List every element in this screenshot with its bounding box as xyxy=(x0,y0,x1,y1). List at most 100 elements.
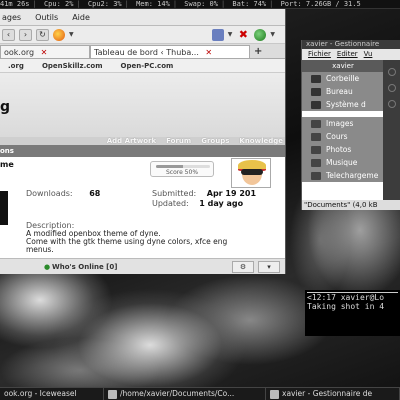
scroll-icon xyxy=(387,100,396,108)
site-status-bar: ● Who's Online [0] ⚙ ▾ xyxy=(0,258,285,274)
folder-icon xyxy=(311,158,321,167)
back-icon[interactable]: ‹ xyxy=(2,28,15,41)
folder-images[interactable]: Images xyxy=(302,117,384,130)
nav-knowledge[interactable]: Knowledge xyxy=(239,137,283,145)
description-text: A modified openbox theme of dyne. Come w… xyxy=(26,230,284,254)
reload-icon[interactable]: ↻ xyxy=(36,28,49,41)
folder-icon xyxy=(108,389,117,399)
site-nav: Add Artwork Forum Groups Knowledge xyxy=(0,137,285,145)
gear-icon[interactable]: ⚙ xyxy=(232,260,254,273)
place-label: Système d xyxy=(326,100,366,109)
submitted-label: Submitted: xyxy=(152,189,197,198)
new-tab-button[interactable]: + xyxy=(254,46,262,57)
downloads-row: Downloads: 68 xyxy=(26,189,100,198)
terminal-prompt: <12:17 xavier@Lo xyxy=(307,292,398,302)
fm-statusbar: "Documents" (4,0 kB xyxy=(302,200,400,210)
bookmark-link[interactable]: OpenSkillz.com xyxy=(42,62,103,70)
users-icon: ● xyxy=(44,262,51,271)
terminal-output: Taking shot in 4 xyxy=(307,302,385,311)
folder-downloads[interactable]: Telechargeme xyxy=(302,169,384,182)
folder-label: Cours xyxy=(326,132,348,141)
close-icon[interactable]: ✕ xyxy=(41,48,48,57)
fm-scrollbar[interactable] xyxy=(383,60,400,200)
task-label: /home/xavier/Documents/Co... xyxy=(120,389,235,398)
browser-menubar: ages Outils Aide xyxy=(0,9,285,26)
site-logo[interactable]: g xyxy=(0,99,10,115)
score-label: Score 50% xyxy=(165,169,199,176)
forward-icon[interactable]: › xyxy=(19,28,32,41)
folder-cours[interactable]: Cours xyxy=(302,130,384,143)
nav-add-artwork[interactable]: Add Artwork xyxy=(107,137,156,145)
score-bar-fill xyxy=(156,165,183,168)
menu-file[interactable]: Fichier xyxy=(308,49,331,60)
score-widget[interactable]: Score 50% xyxy=(150,161,214,177)
description-line: menus. xyxy=(26,245,54,254)
bookmark-link[interactable]: .org xyxy=(8,62,24,70)
task-documents[interactable]: /home/xavier/Documents/Co... xyxy=(104,388,266,400)
fm-location-button[interactable]: xavier xyxy=(302,60,384,72)
port-value: 7.26GB / 31.5 xyxy=(305,0,361,8)
desktop-icon xyxy=(311,87,321,96)
fm-places: Corbeille Bureau Système d xyxy=(302,72,384,111)
terminal-window[interactable]: <12:17 xavier@Lo Taking shot in 4 xyxy=(305,290,400,336)
mem-label: Mem: xyxy=(136,0,153,8)
close-icon[interactable]: ✕ xyxy=(205,48,212,57)
chevron-down-icon[interactable]: ▾ xyxy=(258,260,280,273)
mem-value: 14% xyxy=(157,0,170,8)
menu-pages[interactable]: ages xyxy=(2,9,21,25)
avatar[interactable] xyxy=(231,158,271,188)
menu-help[interactable]: Aide xyxy=(72,9,90,25)
task-label: ook.org - Iceweasel xyxy=(4,389,77,398)
score-bar xyxy=(156,165,210,168)
addon-icon[interactable] xyxy=(254,28,267,41)
folder-icon xyxy=(311,132,321,141)
menu-edit[interactable]: Editer xyxy=(337,49,358,60)
screenshot-thumbnail[interactable] xyxy=(0,191,8,225)
filesystem-icon xyxy=(311,100,321,109)
chevron-down-icon[interactable]: ▼ xyxy=(69,31,74,38)
place-trash[interactable]: Corbeille xyxy=(302,72,384,85)
folder-icon xyxy=(311,171,321,180)
avatar-hair xyxy=(241,169,263,175)
iceweasel-window: ages Outils Aide ‹ › ↻ ▼ ▼ ✖ ▼ ook.org ✕… xyxy=(0,9,286,274)
thunar-window: xavier - Gestionnaire Fichier Editer Vu … xyxy=(301,40,400,210)
bookmark-icon[interactable] xyxy=(211,28,224,41)
submitted-row: Submitted: Apr 19 201 xyxy=(152,189,256,198)
cpu2-label: Cpu2: xyxy=(87,0,109,8)
task-file-manager[interactable]: xavier - Gestionnaire de xyxy=(266,388,400,400)
cpu-label: Cpu: xyxy=(43,0,61,8)
folder-label: Musique xyxy=(326,158,358,167)
uptime: 41m 26s xyxy=(0,0,30,8)
place-label: Bureau xyxy=(326,87,353,96)
menu-tools[interactable]: Outils xyxy=(35,9,58,25)
whos-online-link[interactable]: Who's Online [0] xyxy=(52,263,117,271)
folder-label: Telechargeme xyxy=(326,171,379,180)
stop-icon[interactable]: ✖ xyxy=(236,28,250,41)
folder-musique[interactable]: Musique xyxy=(302,156,384,169)
description-label: Description: xyxy=(26,221,75,230)
port-label: Port: xyxy=(280,0,302,8)
tab-gnome-look[interactable]: ook.org ✕ xyxy=(0,44,90,58)
folder-icon xyxy=(270,389,279,399)
folder-photos[interactable]: Photos xyxy=(302,143,384,156)
site-banner: g xyxy=(0,73,285,137)
chevron-down-icon[interactable]: ▼ xyxy=(270,31,275,38)
task-iceweasel[interactable]: ook.org - Iceweasel xyxy=(0,388,104,400)
nav-groups[interactable]: Groups xyxy=(201,137,229,145)
scroll-icon xyxy=(387,84,396,92)
downloads-label: Downloads: xyxy=(26,189,73,198)
place-filesystem[interactable]: Système d xyxy=(302,98,384,111)
menu-view[interactable]: Vu xyxy=(364,49,373,60)
folder-icon xyxy=(311,119,321,128)
folder-label: Images xyxy=(326,119,354,128)
nav-forum[interactable]: Forum xyxy=(166,137,191,145)
firefox-icon[interactable] xyxy=(53,28,65,41)
place-label: Corbeille xyxy=(326,74,360,83)
fm-sidepane: xavier Corbeille Bureau Système d Images… xyxy=(302,60,384,200)
content-panel: ons me Score 50% Downloads: 68 Submitted… xyxy=(0,145,285,254)
tab-dashboard[interactable]: Tableau de bord ‹ Thuba... ✕ xyxy=(90,44,250,58)
bookmark-link[interactable]: Open-PC.com xyxy=(121,62,174,70)
place-desktop[interactable]: Bureau xyxy=(302,85,384,98)
fm-titlebar[interactable]: xavier - Gestionnaire xyxy=(302,40,400,49)
chevron-down-icon[interactable]: ▼ xyxy=(228,31,233,38)
